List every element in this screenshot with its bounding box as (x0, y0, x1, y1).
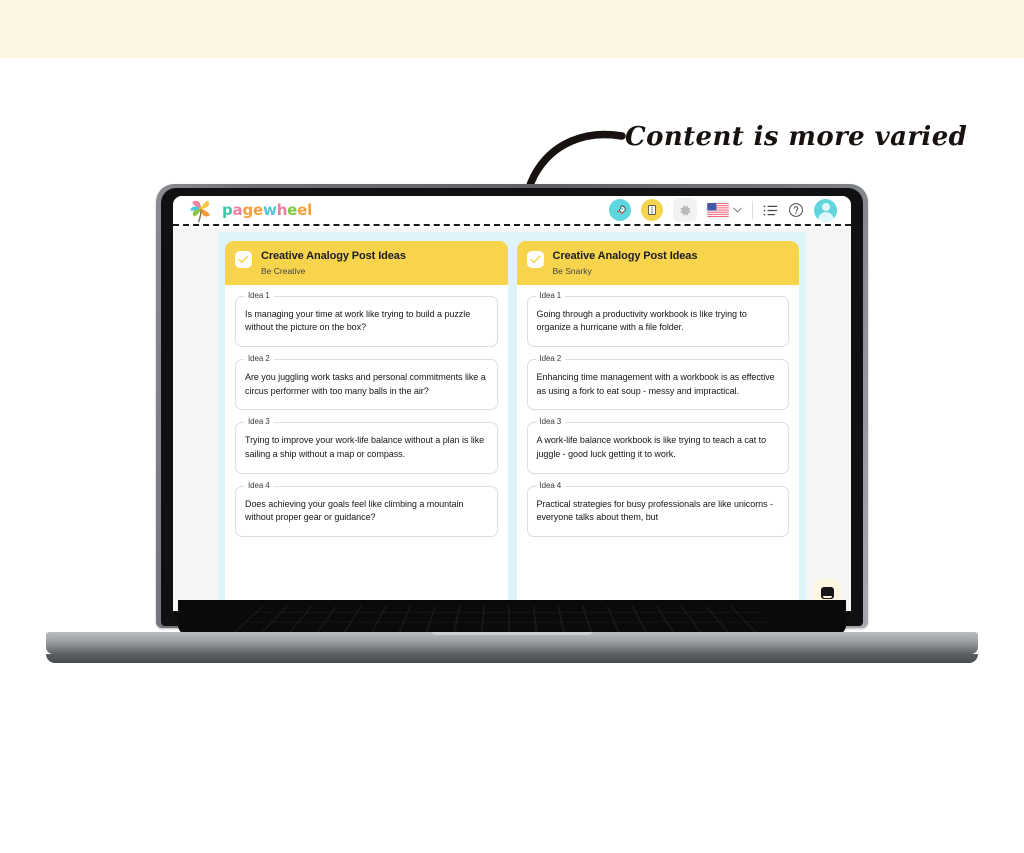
gear-icon (680, 205, 690, 215)
pinwheel-logo-icon (190, 200, 210, 223)
app-header: pagewheel (173, 196, 851, 226)
card-header[interactable]: Creative Analogy Post Ideas Be Creative (225, 241, 508, 285)
idea-text: Trying to improve your work-life balance… (245, 435, 485, 460)
rocket-icon (616, 204, 626, 214)
card-subtitle: Be Snarky (552, 265, 592, 276)
wordmark-letter: e (253, 201, 264, 219)
chat-bubble-icon (820, 587, 834, 599)
keyboard-keys (232, 606, 784, 634)
idea-text: Enhancing time management with a workboo… (536, 372, 775, 396)
wordmark-letter: h (276, 201, 288, 219)
laptop-base-notch (432, 632, 592, 635)
check-icon (529, 255, 541, 264)
idea-text: Going through a productivity workbook is… (536, 308, 747, 333)
idea-label: Idea 1 (244, 290, 274, 300)
idea-item[interactable]: Idea 3 Trying to improve your work-life … (235, 417, 498, 474)
wordmark-letter: a (232, 201, 243, 219)
app-wordmark: pagewheel (222, 201, 312, 219)
card-subtitle: Be Creative (261, 265, 306, 276)
wordmark-letter: g (242, 201, 254, 219)
idea-text: Are you juggling work tasks and personal… (245, 372, 486, 396)
question-circle-icon (789, 203, 803, 217)
idea-label: Idea 3 (244, 417, 274, 427)
idea-label: Idea 3 (535, 417, 566, 427)
idea-column-be-snarky: Creative Analogy Post Ideas Be Snarky Id… (516, 232, 799, 611)
list-button[interactable] (763, 204, 778, 217)
app-body: Creative Analogy Post Ideas Be Creative … (173, 228, 851, 611)
laptop-keyboard (178, 600, 846, 635)
idea-text: A work-life balance workbook is like try… (536, 435, 767, 460)
wordmark-letter: e (297, 201, 308, 219)
language-selector[interactable] (707, 203, 742, 217)
idea-label: Idea 2 (244, 354, 274, 364)
idea-item[interactable]: Idea 4 Practical strategies for busy pro… (526, 480, 789, 538)
app-logo[interactable]: pagewheel (187, 197, 312, 223)
idea-label: Idea 2 (535, 354, 566, 364)
list-icon (763, 205, 778, 215)
header-toolbar (609, 198, 837, 222)
laptop-base (46, 632, 978, 654)
idea-columns: Creative Analogy Post Ideas Be Creative … (218, 232, 806, 611)
idea-label: Idea 4 (244, 480, 274, 490)
card-header[interactable]: Creative Analogy Post Ideas Be Snarky (516, 241, 799, 285)
idea-text: Is managing your time at work like tryin… (245, 308, 471, 333)
idea-item[interactable]: Idea 2 Enhancing time management with a … (526, 354, 789, 411)
wordmark-letter: p (222, 201, 233, 219)
card-title: Creative Analogy Post Ideas (552, 250, 698, 262)
rocket-button[interactable] (609, 199, 631, 221)
idea-text: Does achieving your goals feel like clim… (245, 498, 464, 523)
laptop-mockup: pagewheel Creative Analogy Post Ideas Be… (0, 0, 1024, 853)
idea-item[interactable]: Idea 4 Does achieving your goals feel li… (235, 480, 498, 538)
laptop-screen: pagewheel Creative Analogy Post Ideas Be… (173, 196, 851, 611)
wordmark-letter: l (307, 201, 313, 219)
chevron-down-icon (733, 207, 742, 213)
idea-item[interactable]: Idea 3 A work-life balance workbook is l… (526, 417, 789, 474)
content-panel: Creative Analogy Post Ideas Be Creative … (218, 232, 806, 611)
book-button[interactable] (641, 199, 663, 221)
check-icon (238, 255, 249, 264)
idea-item[interactable]: Idea 1 Going through a productivity work… (526, 290, 789, 348)
account-avatar[interactable] (814, 198, 837, 222)
idea-label: Idea 1 (535, 290, 566, 300)
us-flag-icon (707, 203, 729, 217)
idea-item[interactable]: Idea 2 Are you juggling work tasks and p… (235, 354, 498, 411)
card-body: Idea 1 Is managing your time at work lik… (225, 284, 508, 611)
laptop-base-lip (46, 654, 978, 663)
card-title: Creative Analogy Post Ideas (261, 250, 406, 262)
idea-label: Idea 4 (535, 480, 566, 490)
book-icon (648, 205, 656, 215)
card-body: Idea 1 Going through a productivity work… (516, 284, 799, 611)
wordmark-letter: w (263, 201, 277, 219)
toolbar-divider (752, 201, 753, 219)
select-checkbox[interactable] (235, 251, 252, 268)
settings-button[interactable] (673, 198, 697, 222)
idea-column-be-creative: Creative Analogy Post Ideas Be Creative … (225, 232, 508, 611)
avatar-head (821, 202, 830, 211)
select-checkbox[interactable] (526, 251, 544, 268)
idea-text: Practical strategies for busy profession… (536, 498, 774, 523)
help-button[interactable] (788, 202, 804, 218)
avatar-body (817, 212, 834, 222)
idea-item[interactable]: Idea 1 Is managing your time at work lik… (235, 290, 498, 348)
wordmark-letter: e (287, 201, 298, 219)
